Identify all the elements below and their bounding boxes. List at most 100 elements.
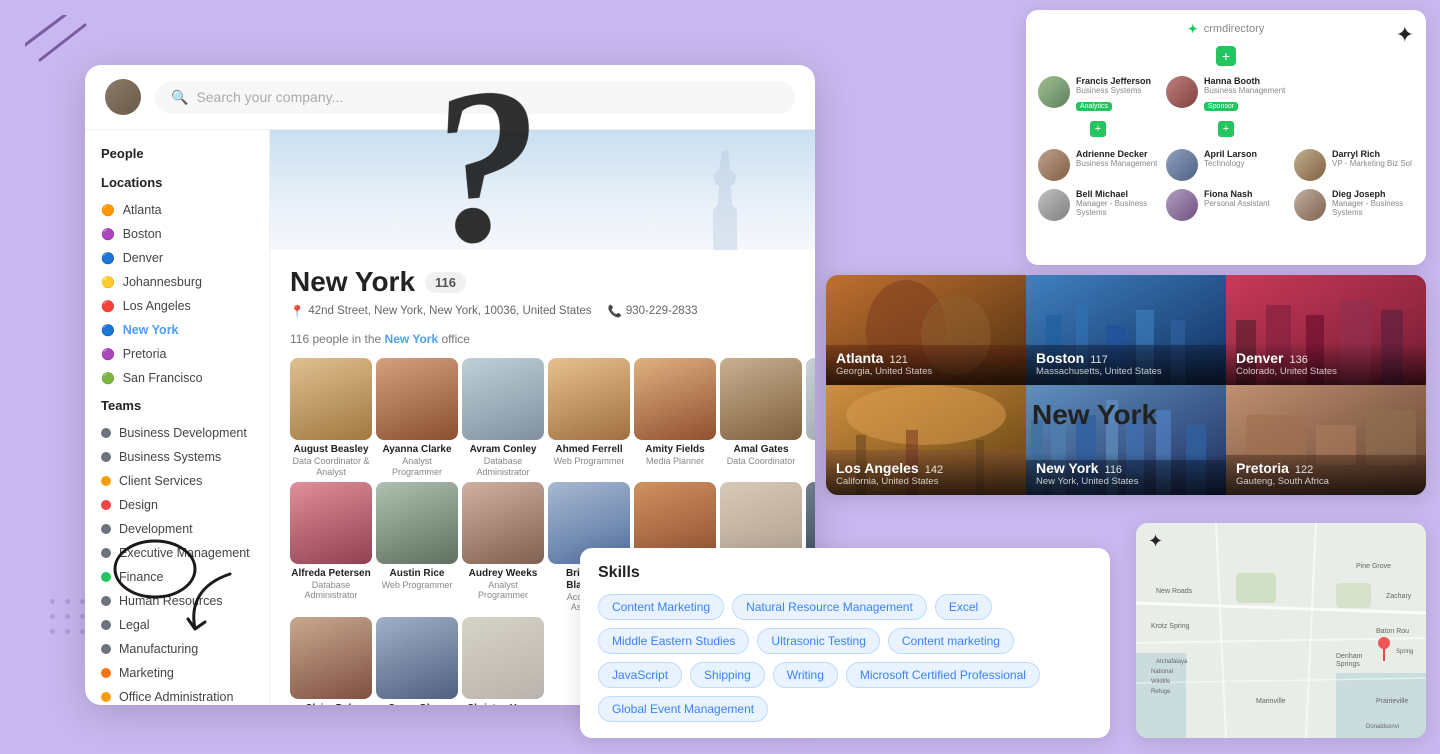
svg-text:New Roads: New Roads <box>1156 588 1193 595</box>
person-card[interactable]: Ahmed Ferrell Web Programmer <box>548 358 630 478</box>
skill-tag-microsoft[interactable]: Microsoft Certified Professional <box>846 662 1040 688</box>
dir-person-dieg[interactable]: Dieg Joseph Manager - Business Systems <box>1294 189 1414 221</box>
dir-person-bell[interactable]: Bell Michael Manager - Business Systems <box>1038 189 1158 221</box>
loc-card-los-angeles[interactable]: Los Angeles 142 California, United State… <box>826 385 1026 495</box>
dir-photo <box>1038 149 1070 181</box>
person-card[interactable]: Amity Fields Media Planner <box>634 358 716 478</box>
person-role: Data Coordinator <box>727 456 796 467</box>
loc-sub: Gauteng, South Africa <box>1236 476 1416 487</box>
location-pin-icon: 📍 <box>290 304 304 318</box>
dir-person-april[interactable]: April Larson Technology <box>1166 149 1286 181</box>
loc-card-boston[interactable]: Boston 117 Massachusetts, United States <box>1026 275 1226 385</box>
skill-tag-middle-eastern[interactable]: Middle Eastern Studies <box>598 628 749 654</box>
person-photo <box>376 358 458 440</box>
loc-name: New York 116 <box>1036 460 1216 476</box>
map-card[interactable]: New Roads Pine Grove Zachary Krotz Sprin… <box>1136 523 1426 738</box>
dir-person-fiona[interactable]: Fiona Nash Personal Assistant <box>1166 189 1286 221</box>
svg-text:Denham: Denham <box>1336 653 1363 660</box>
people-count-text: 116 people in the New York office <box>270 326 815 358</box>
skills-tags: Content Marketing Natural Resource Manag… <box>598 594 1092 722</box>
add-small-button2[interactable]: + <box>1218 121 1234 137</box>
sidebar-item-pretoria[interactable]: 🟣 Pretoria <box>85 342 269 366</box>
sidebar-item-business-dev[interactable]: Business Development <box>85 421 269 445</box>
dir-person-darryl[interactable]: Darryl Rich VP - Marketing Biz Sol <box>1294 149 1414 181</box>
person-role: Analyst Programmer <box>376 456 458 478</box>
svg-text:Baton Rou: Baton Rou <box>1376 628 1409 635</box>
person-name: Amal Gates <box>733 444 788 456</box>
skill-tag-shipping[interactable]: Shipping <box>690 662 765 688</box>
skill-tag-excel[interactable]: Excel <box>935 594 992 620</box>
svg-text:Pine Grove: Pine Grove <box>1356 563 1391 570</box>
person-card[interactable]: Audrey Weeks Analyst Programmer <box>462 482 544 614</box>
person-name: Austin Rice <box>389 568 444 580</box>
person-card[interactable]: Alfreda Petersen Database Administrator <box>290 482 372 614</box>
skills-title: Skills <box>598 564 1092 582</box>
add-small-button[interactable]: + <box>1090 121 1106 137</box>
person-card[interactable]: Ayanna Clarke Analyst Programmer <box>376 358 458 478</box>
search-placeholder: Search your company... <box>196 89 343 105</box>
loc-card-denver[interactable]: Denver 136 Colorado, United States <box>1226 275 1426 385</box>
loc-sub: Georgia, United States <box>836 366 1016 377</box>
sidebar-item-boston[interactable]: 🟣 Boston <box>85 222 269 246</box>
dir-photo <box>1294 189 1326 221</box>
loc-sub: Colorado, United States <box>1236 366 1416 377</box>
person-name: Christye Hayes <box>467 703 539 705</box>
dir-person-adrienne[interactable]: Adrienne Decker Business Management <box>1038 149 1158 181</box>
person-name: Audrey Weeks <box>469 568 538 580</box>
svg-text:National: National <box>1151 669 1173 675</box>
dir-empty <box>1294 121 1414 141</box>
sidebar-item-marketing[interactable]: Marketing <box>85 661 269 685</box>
sidebar-item-los-angeles[interactable]: 🔴 Los Angeles <box>85 294 269 318</box>
people-section-title: People <box>85 146 269 169</box>
user-avatar[interactable] <box>105 79 141 115</box>
skill-tag-content-marketing2[interactable]: Content marketing <box>888 628 1014 654</box>
sidebar-item-san-francisco[interactable]: 🟢 San Francisco <box>85 366 269 390</box>
person-name: August Beasley <box>293 444 368 456</box>
dir-spacer <box>1294 76 1310 113</box>
person-name: Alfreda Petersen <box>291 568 370 580</box>
sidebar-item-client-services[interactable]: Client Services <box>85 469 269 493</box>
sidebar-item-business-systems[interactable]: Business Systems <box>85 445 269 469</box>
loc-overlay: Boston 117 Massachusetts, United States <box>1026 342 1226 385</box>
person-photo <box>462 617 544 699</box>
skill-tag-ultrasonic[interactable]: Ultrasonic Testing <box>757 628 880 654</box>
sparkle-map-icon: ✦ <box>1148 531 1163 552</box>
person-card[interactable]: Amal Gates Data Coordinator <box>720 358 802 478</box>
loc-card-pretoria[interactable]: Pretoria 122 Gauteng, South Africa <box>1226 385 1426 495</box>
new-york-label: New York <box>1032 399 1157 431</box>
dir-photo <box>1166 189 1198 221</box>
loc-name: Los Angeles 142 <box>836 460 1016 476</box>
skill-tag-content-marketing[interactable]: Content Marketing <box>598 594 724 620</box>
person-card[interactable]: Austin Rice Web Programmer <box>376 482 458 614</box>
person-card[interactable]: Christye Hayes Administrator <box>462 617 544 705</box>
person-photo <box>806 358 815 440</box>
person-name: Claire Dale <box>305 703 357 705</box>
skill-tag-natural-resource[interactable]: Natural Resource Management <box>732 594 927 620</box>
svg-text:Wildlife: Wildlife <box>1151 679 1171 685</box>
dir-person-hanna[interactable]: Hanna Booth Business Management Sponsor <box>1166 76 1286 113</box>
person-card[interactable]: August Beasley Data Coordinator & Analys… <box>290 358 372 478</box>
person-name: Cyrus Glass <box>388 703 446 705</box>
person-card[interactable]: Aubrey Executive <box>806 358 815 478</box>
sidebar-item-denver[interactable]: 🔵 Denver <box>85 246 269 270</box>
sidebar-item-office-admin[interactable]: Office Administration <box>85 685 269 705</box>
dir-person-info: Fiona Nash Personal Assistant <box>1204 189 1286 208</box>
person-card[interactable]: Cyrus Glass Database Administrator <box>376 617 458 705</box>
person-role: Analyst Programmer <box>462 580 544 602</box>
person-photo <box>376 482 458 564</box>
dir-person-francis[interactable]: Francis Jefferson Business Systems Analy… <box>1038 76 1158 113</box>
skill-tag-writing[interactable]: Writing <box>773 662 838 688</box>
person-card[interactable]: Avram Conley Database Administrator <box>462 358 544 478</box>
skill-tag-global-event[interactable]: Global Event Management <box>598 696 768 722</box>
sidebar-item-new-york[interactable]: 🔵 New York <box>85 318 269 342</box>
loc-sub: Massachusetts, United States <box>1036 366 1216 377</box>
sidebar-item-atlanta[interactable]: 🟠 Atlanta <box>85 198 269 222</box>
phone-info: 📞 930-229-2833 <box>608 304 698 318</box>
skill-tag-javascript[interactable]: JavaScript <box>598 662 682 688</box>
add-button[interactable]: + <box>1216 46 1236 66</box>
sidebar-item-design[interactable]: Design <box>85 493 269 517</box>
person-card[interactable]: Claire Dale External Auditor <box>290 617 372 705</box>
sidebar-item-johannesburg[interactable]: 🟡 Johannesburg <box>85 270 269 294</box>
question-mark: ? <box>421 51 550 280</box>
loc-card-atlanta[interactable]: Atlanta 121 Georgia, United States <box>826 275 1026 385</box>
